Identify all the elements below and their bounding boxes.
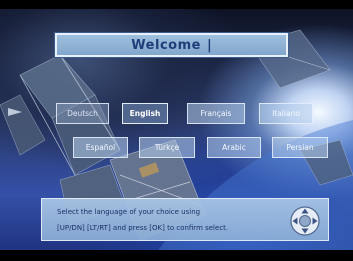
- remote-navigation-pad-icon: [290, 206, 320, 236]
- welcome-title: Welcome: [131, 37, 201, 53]
- letterbox-bottom: [0, 250, 353, 261]
- language-option-turkce[interactable]: Türkçe: [139, 137, 195, 158]
- language-option-deutsch[interactable]: Deutsch: [56, 103, 109, 124]
- welcome-screen: Welcome | Deutsch English Français Itali…: [0, 0, 353, 261]
- welcome-banner: Welcome |: [55, 33, 288, 57]
- instruction-panel: Select the language of your choice using…: [41, 198, 329, 241]
- instruction-line-2: [UP/DN] [LT/RT] and press [OK] to confir…: [57, 224, 229, 232]
- language-option-persian[interactable]: Persian: [272, 137, 328, 158]
- instruction-line-1: Select the language of your choice using: [57, 208, 201, 216]
- language-option-francais[interactable]: Français: [187, 103, 245, 124]
- language-option-arabic[interactable]: Arabic: [207, 137, 261, 158]
- language-option-english[interactable]: English: [122, 103, 168, 124]
- language-option-italiano[interactable]: Italiano: [259, 103, 313, 124]
- letterbox-top: [0, 0, 353, 9]
- text-cursor: |: [206, 37, 212, 53]
- language-option-espanol[interactable]: Español: [73, 137, 128, 158]
